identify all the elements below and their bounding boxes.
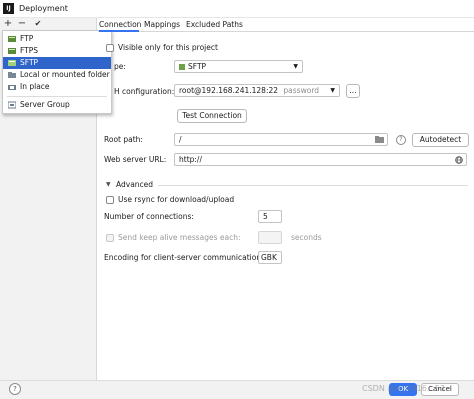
- remove-server-button[interactable]: −: [17, 18, 27, 30]
- sftp-type-icon: [179, 64, 185, 70]
- add-server-menu: FTP FTPS SFTP Local or mounted folder In…: [2, 30, 112, 114]
- web-url-value: http://: [179, 155, 202, 164]
- keepalive-unit: seconds: [291, 233, 322, 242]
- root-path-label: Root path:: [104, 135, 143, 144]
- ssh-config-more-button[interactable]: ...: [346, 84, 360, 98]
- encoding-label: Encoding for client-server communication…: [104, 253, 264, 262]
- title-bar: [0, 0, 474, 18]
- menu-item-local-folder[interactable]: Local or mounted folder: [3, 69, 111, 81]
- visible-only-label: Visible only for this project: [118, 43, 218, 52]
- tab-connection[interactable]: Connection: [99, 20, 141, 30]
- connections-input[interactable]: 5: [258, 210, 282, 223]
- menu-item-sftp[interactable]: SFTP: [3, 57, 111, 69]
- keepalive-checkbox[interactable]: [106, 234, 114, 242]
- menu-separator: [7, 96, 107, 97]
- menu-item-label: Server Group: [20, 100, 70, 109]
- encoding-input[interactable]: GBK: [258, 251, 282, 264]
- menu-item-label: Local or mounted folder: [20, 70, 110, 79]
- root-path-value: /: [179, 135, 182, 144]
- add-server-button[interactable]: +: [3, 18, 13, 30]
- window-title: Deployment: [19, 4, 68, 13]
- ssh-config-label: H configuration:: [114, 87, 175, 96]
- test-connection-button[interactable]: Test Connection: [177, 109, 247, 123]
- advanced-section-label[interactable]: Advanced: [116, 180, 153, 190]
- menu-item-ftp[interactable]: FTP: [3, 33, 111, 45]
- menu-item-label: FTPS: [20, 46, 39, 55]
- watermark-text: CSDN @lo_4816…53: [362, 384, 446, 393]
- ssh-auth-hint: password: [283, 86, 320, 95]
- type-label: pe:: [114, 62, 126, 71]
- menu-item-in-place[interactable]: In place: [3, 81, 111, 93]
- rsync-checkbox[interactable]: [106, 196, 114, 204]
- ftp-icon: [8, 36, 16, 42]
- ssh-config-value: root@192.168.241.128:22: [179, 86, 279, 95]
- web-url-label: Web server URL:: [104, 155, 167, 164]
- advanced-collapse-icon[interactable]: ▼: [106, 180, 111, 190]
- menu-item-server-group[interactable]: Server Group: [3, 99, 111, 111]
- browse-folder-icon[interactable]: [375, 136, 384, 143]
- keepalive-input[interactable]: [258, 231, 282, 244]
- menu-item-ftps[interactable]: FTPS: [3, 45, 111, 57]
- chevron-down-icon: ▼: [293, 63, 298, 70]
- help-button[interactable]: ?: [9, 383, 21, 395]
- set-default-button[interactable]: ✔: [33, 18, 43, 30]
- advanced-divider: [158, 185, 468, 186]
- menu-item-label: SFTP: [20, 58, 39, 67]
- menu-item-label: In place: [20, 82, 50, 91]
- rsync-label: Use rsync for download/upload: [118, 195, 235, 204]
- active-tab-indicator: [99, 30, 139, 32]
- root-path-input[interactable]: /: [174, 133, 388, 146]
- chevron-down-icon: ▼: [330, 87, 335, 94]
- keepalive-label: Send keep alive messages each:: [118, 233, 241, 242]
- visible-only-checkbox[interactable]: [106, 44, 114, 52]
- menu-item-label: FTP: [20, 34, 34, 43]
- sftp-icon: [8, 60, 16, 66]
- folder-icon: [8, 72, 16, 78]
- tab-excluded-paths[interactable]: Excluded Paths: [186, 20, 243, 30]
- app-logo-icon: IJ: [3, 3, 14, 14]
- type-select[interactable]: SFTP ▼: [174, 60, 303, 73]
- connections-label: Number of connections:: [104, 212, 194, 221]
- root-path-help-icon[interactable]: ?: [396, 135, 406, 145]
- autodetect-button[interactable]: Autodetect: [412, 133, 469, 147]
- tab-mappings[interactable]: Mappings: [144, 20, 180, 30]
- ssh-config-select[interactable]: root@192.168.241.128:22 password ▼: [174, 84, 340, 97]
- ftps-icon: [8, 48, 16, 54]
- in-place-icon: [8, 85, 16, 90]
- globe-icon[interactable]: [455, 156, 463, 164]
- server-group-icon: [8, 101, 16, 109]
- web-url-input[interactable]: http://: [174, 153, 467, 166]
